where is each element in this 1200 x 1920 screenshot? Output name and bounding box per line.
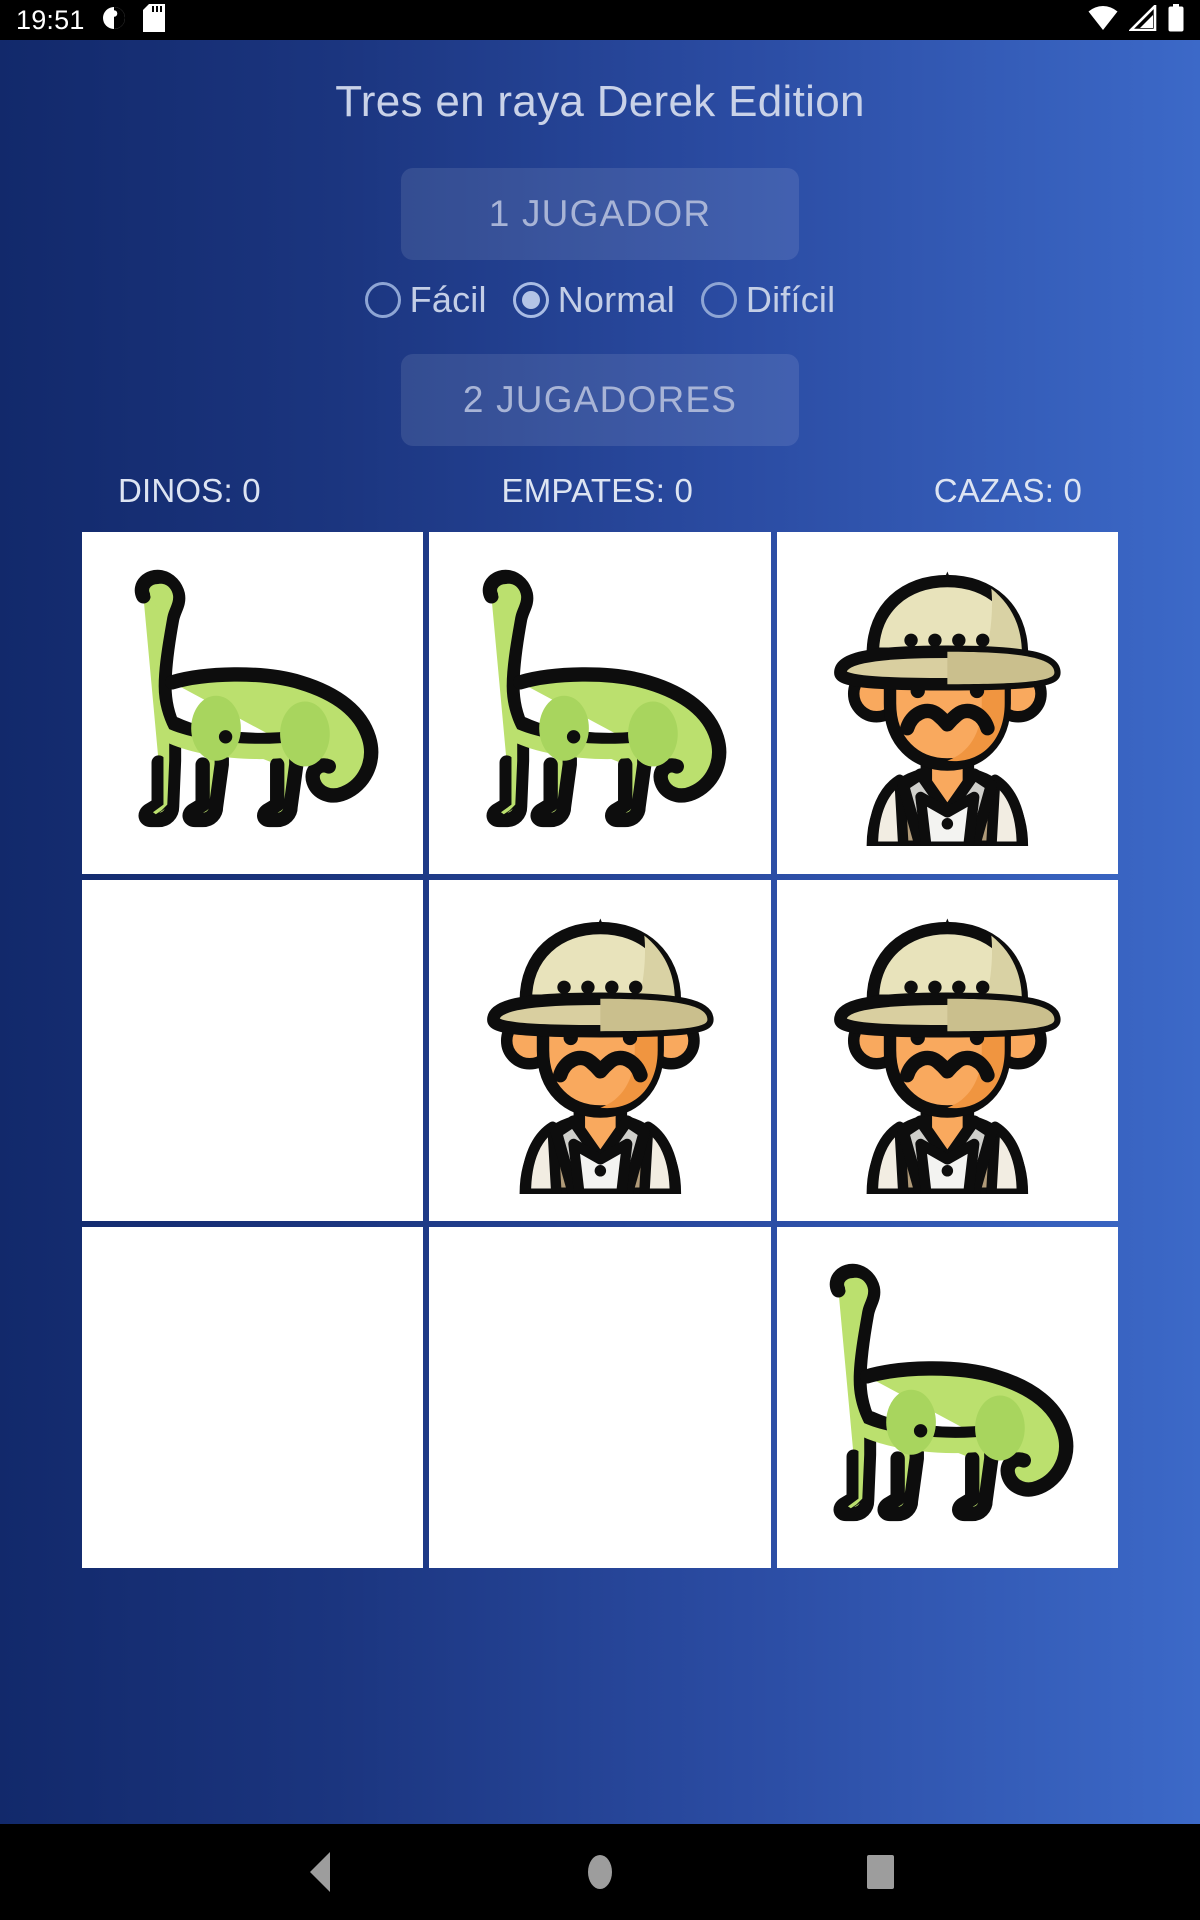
recents-square-icon (866, 1855, 894, 1889)
board-cell-8[interactable] (776, 1227, 1118, 1569)
android-navigation-bar (0, 1824, 1200, 1920)
difficulty-label-facil: Fácil (409, 279, 487, 321)
board-cell-5[interactable] (776, 879, 1118, 1222)
scoreboard: DINOS: 0 EMPATES: 0 CAZAS: 0 (80, 472, 1120, 510)
recents-button[interactable] (845, 1837, 915, 1907)
score-cazas: CAZAS: 0 (933, 472, 1082, 510)
score-empates: EMPATES: 0 (501, 472, 693, 510)
board-cell-0[interactable] (82, 532, 424, 874)
radio-unchecked-icon[interactable] (364, 282, 401, 319)
board-cell-1[interactable] (429, 532, 771, 874)
two-players-button[interactable]: 2 JUGADORES (401, 354, 799, 447)
app-screen: Tres en raya Derek Edition 1 JUGADOR Fác… (0, 40, 1200, 1824)
home-button[interactable] (565, 1837, 635, 1907)
difficulty-label-normal: Normal (557, 279, 675, 321)
one-player-button[interactable]: 1 JUGADOR (401, 168, 799, 261)
board-cell-7[interactable] (429, 1227, 771, 1569)
status-bar: 19:51 (0, 0, 1200, 40)
dinosaur-glyph (829, 1264, 1074, 1522)
status-bar-clock: 19:51 (16, 4, 85, 35)
sd-card-icon (142, 3, 165, 37)
score-dinos: DINOS: 0 (118, 472, 261, 510)
hunter-explorer-glyph (834, 571, 1061, 847)
cellular-signal-icon (1127, 2, 1157, 36)
dinosaur-glyph (135, 569, 379, 827)
status-bar-left: 19:51 (16, 3, 165, 37)
radio-checked-icon[interactable] (512, 282, 549, 319)
android-device-screen: 19:51 Tres en raya Derek Edition 1 JUGAD… (0, 0, 1200, 1920)
tic-tac-toe-board (82, 532, 1118, 1569)
home-circle-icon (588, 1855, 612, 1889)
back-triangle-icon (310, 1852, 330, 1892)
hunter-explorer-glyph (834, 918, 1061, 1194)
dinosaur-glyph (482, 569, 726, 827)
difficulty-label-dificil: Difícil (745, 279, 836, 321)
hunter-explorer-glyph (486, 918, 714, 1194)
radio-unchecked-icon[interactable] (700, 282, 737, 319)
do-not-disturb-icon (101, 5, 127, 36)
back-button[interactable] (285, 1837, 355, 1907)
difficulty-option-dificil[interactable]: Difícil (700, 279, 836, 321)
page-title: Tres en raya Derek Edition (335, 77, 865, 126)
board-cell-2[interactable] (776, 532, 1118, 874)
difficulty-radio-group: Fácil Normal Difícil (364, 279, 836, 321)
difficulty-option-facil[interactable]: Fácil (364, 279, 487, 321)
board-cell-3[interactable] (82, 879, 424, 1222)
battery-icon (1168, 3, 1184, 37)
status-bar-right (1088, 2, 1184, 37)
board-cell-4[interactable] (429, 879, 771, 1222)
wifi-icon (1088, 5, 1118, 36)
board-cell-6[interactable] (82, 1227, 424, 1569)
difficulty-option-normal[interactable]: Normal (512, 279, 675, 321)
